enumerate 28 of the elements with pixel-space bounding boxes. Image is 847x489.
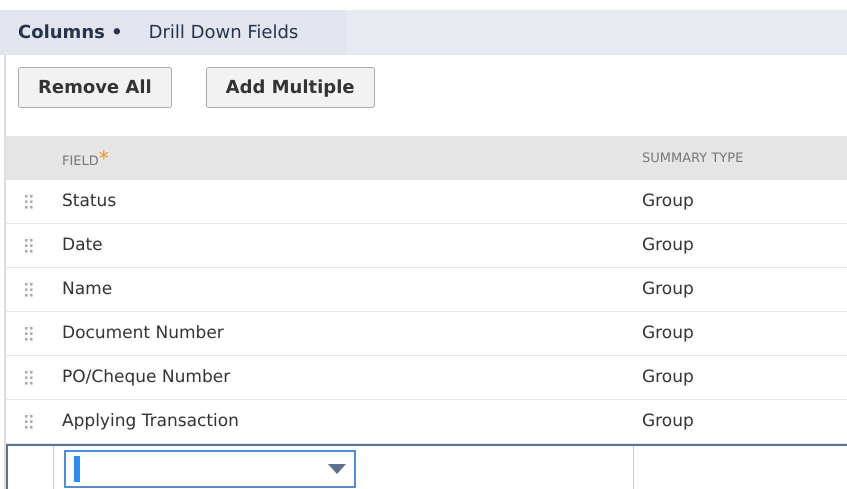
table-cell: Group bbox=[642, 234, 694, 255]
tab[interactable]: Columns • bbox=[18, 19, 123, 46]
column-header: FIELD bbox=[62, 154, 99, 169]
table-cell: PO/Cheque Number bbox=[62, 366, 230, 387]
text-cursor bbox=[74, 456, 80, 482]
table-cell: Name bbox=[62, 278, 112, 299]
required-mark: * bbox=[98, 146, 109, 170]
table-cell: Applying Transaction bbox=[62, 410, 239, 431]
table-cell: Date bbox=[62, 234, 103, 255]
tab[interactable]: Drill Down Fields bbox=[148, 19, 298, 46]
table-cell: Group bbox=[642, 410, 694, 431]
field-dropdown[interactable] bbox=[64, 450, 356, 488]
table-cell: Group bbox=[642, 322, 694, 343]
drag-handle-icon[interactable] bbox=[25, 282, 33, 296]
table-cell: Group bbox=[642, 366, 694, 387]
drag-handle-icon[interactable] bbox=[25, 326, 33, 340]
action-button[interactable]: Remove All bbox=[18, 67, 172, 108]
table-cell: Group bbox=[642, 190, 694, 211]
table-cell: Group bbox=[642, 278, 694, 299]
drag-handle-icon[interactable] bbox=[25, 370, 33, 384]
drag-handle-icon[interactable] bbox=[25, 414, 33, 428]
caret-icon bbox=[328, 464, 346, 474]
table-cell: Status bbox=[62, 190, 116, 211]
table-cell: Document Number bbox=[62, 322, 224, 343]
column-header: SUMMARY TYPE bbox=[642, 151, 744, 166]
action-button[interactable]: Add Multiple bbox=[206, 67, 375, 108]
drag-handle-icon[interactable] bbox=[25, 238, 33, 252]
drag-handle-icon[interactable] bbox=[25, 194, 33, 208]
